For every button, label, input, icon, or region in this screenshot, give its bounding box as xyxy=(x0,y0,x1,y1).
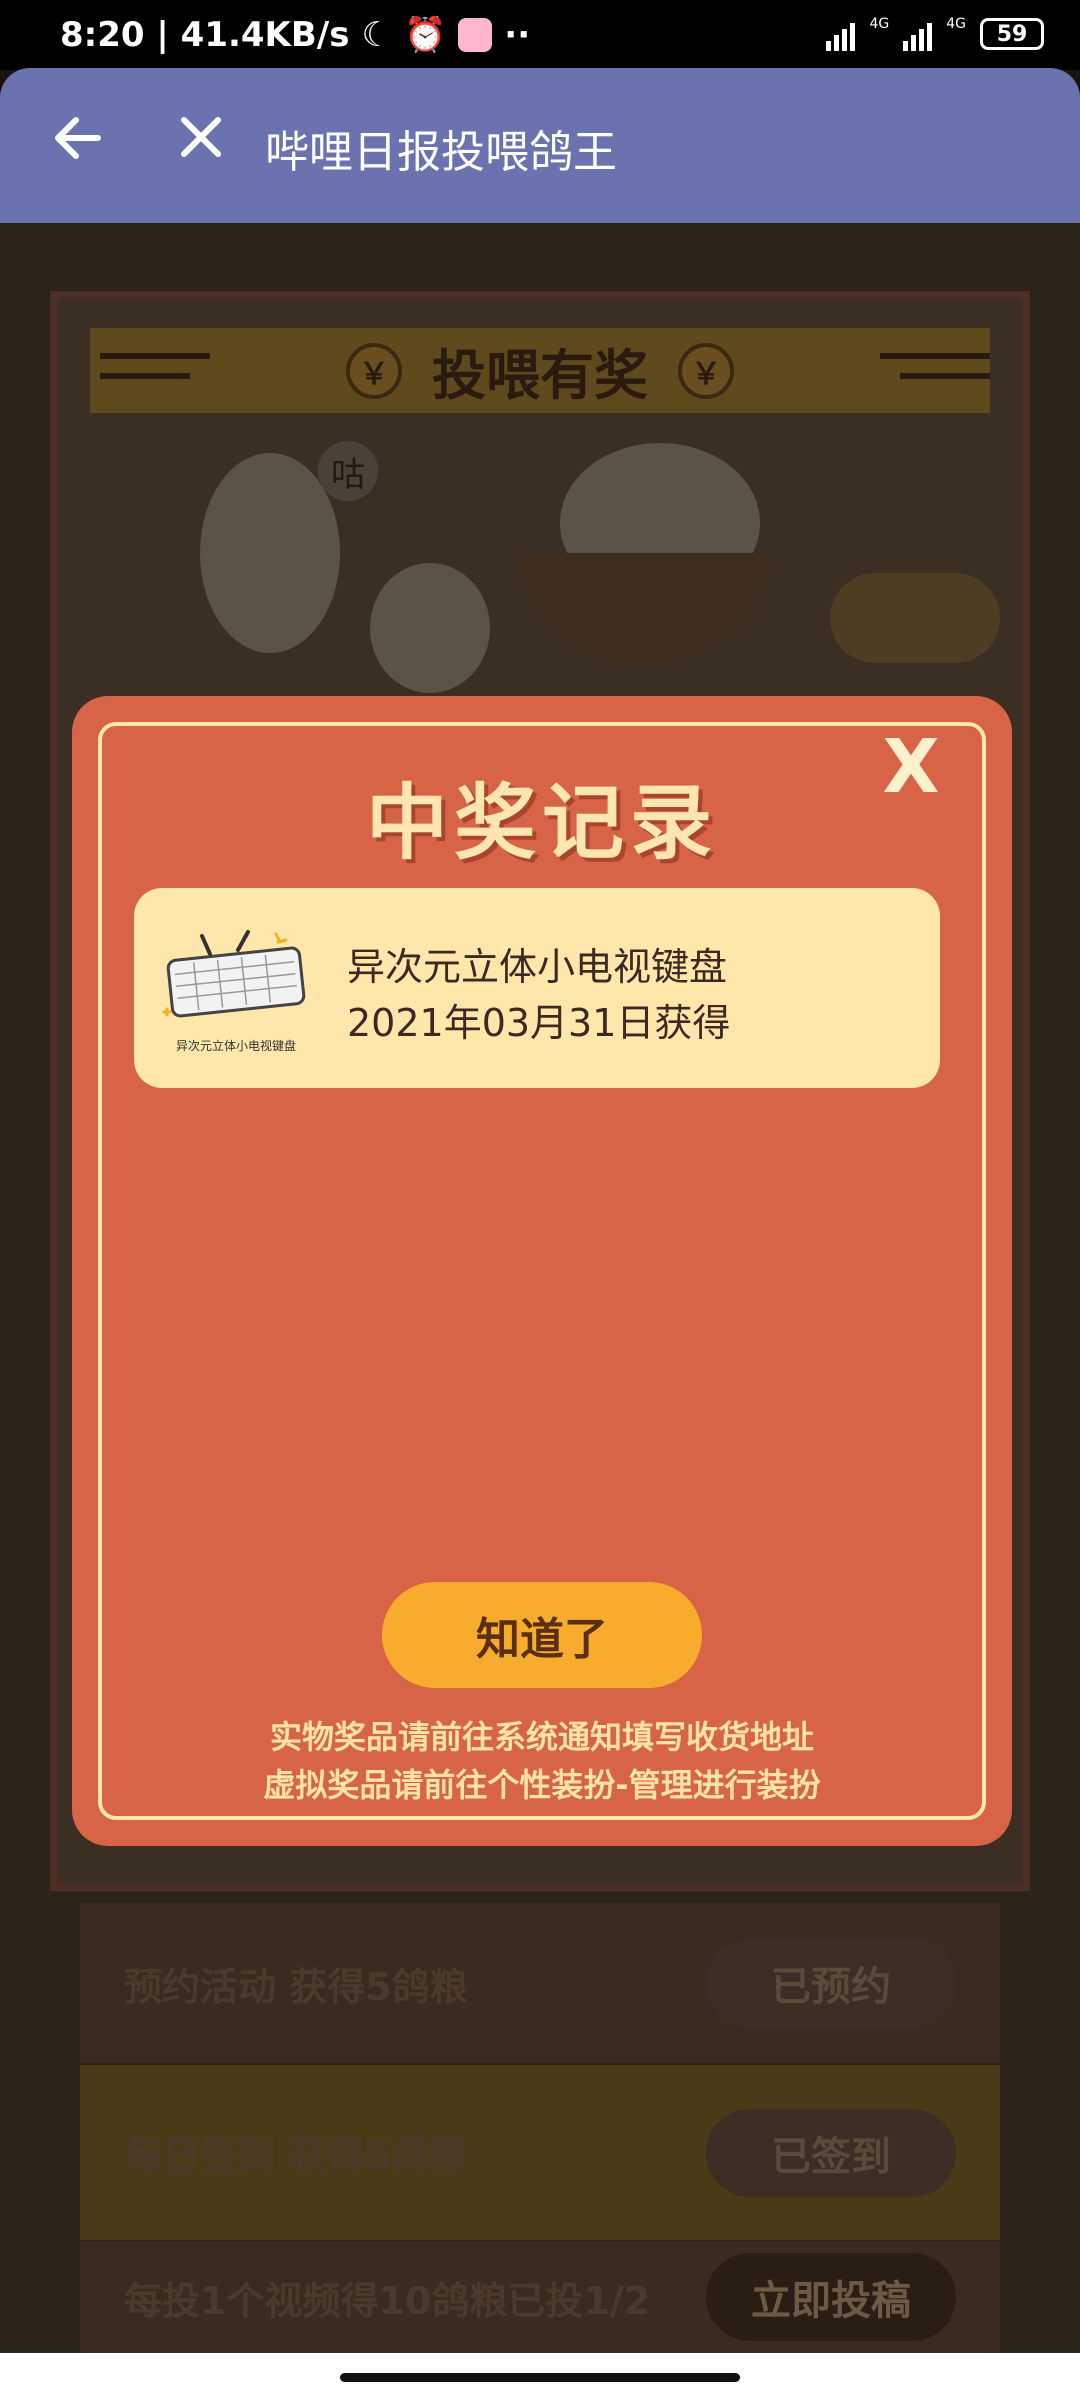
prize-record-modal: 中奖记录 X 异次元立体小电视键盘 异次元立体小电视键盘 2021年03月31日… xyxy=(72,696,1012,1846)
close-page-button[interactable] xyxy=(176,112,226,162)
keyboard-icon xyxy=(162,930,306,1018)
prize-record-item: 异次元立体小电视键盘 异次元立体小电视键盘 2021年03月31日获得 xyxy=(134,888,940,1088)
battery-icon: 59 xyxy=(980,18,1044,50)
page-title: 哔哩日报投喂鸽王 xyxy=(265,127,617,178)
confirm-button[interactable]: 知道了 xyxy=(382,1582,702,1688)
status-bar: 8:20 | 41.4KB/s ☾ ⏰ ·· 4G 4G 59 xyxy=(0,0,1080,70)
prize-date: 2021年03月31日获得 xyxy=(347,1001,731,1045)
virtual-prize-note: 虚拟奖品请前往个性装扮-管理进行装扮 xyxy=(263,1766,821,1804)
network-2-type: 4G xyxy=(946,16,966,32)
prize-name: 异次元立体小电视键盘 xyxy=(347,945,728,989)
status-time-speed: 8:20 | 41.4KB/s xyxy=(60,15,350,55)
signal-1-icon xyxy=(826,17,856,51)
modal-close-button[interactable]: X xyxy=(876,724,946,810)
more-notifications-icon: ·· xyxy=(504,15,531,55)
home-indicator[interactable] xyxy=(340,2373,740,2382)
modal-title: 中奖记录 xyxy=(365,776,718,871)
back-button[interactable] xyxy=(48,108,108,168)
arrow-left-icon xyxy=(55,117,101,159)
thumbnail-caption: 异次元立体小电视键盘 xyxy=(175,1039,296,1053)
moon-icon: ☾ xyxy=(361,15,392,55)
keyboard-thumbnail: 异次元立体小电视键盘 xyxy=(156,924,316,1054)
network-1-type: 4G xyxy=(869,16,890,32)
physical-prize-note: 实物奖品请前往系统通知填写收货地址 xyxy=(269,1718,814,1756)
app-notification-icon xyxy=(458,18,493,52)
alarm-icon: ⏰ xyxy=(403,15,447,55)
gesture-nav-area xyxy=(0,2353,1080,2400)
signal-2-icon xyxy=(903,17,933,51)
close-icon xyxy=(181,117,221,157)
app-header: 哔哩日报投喂鸽王 xyxy=(0,68,1080,223)
